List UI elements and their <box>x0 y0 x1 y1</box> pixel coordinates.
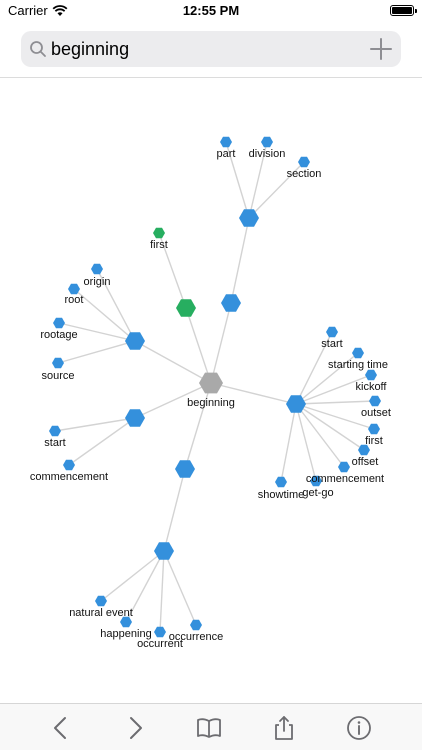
node-label[interactable]: part <box>217 148 236 160</box>
node-label[interactable]: offset <box>352 456 379 468</box>
node-label[interactable]: origin <box>84 276 111 288</box>
chevron-left-icon[interactable] <box>47 714 75 742</box>
leaf-node[interactable] <box>52 357 64 369</box>
node-label[interactable]: first <box>150 239 168 251</box>
graph-labels: beginning part division section first or… <box>30 148 391 650</box>
leaf-node[interactable] <box>190 619 202 631</box>
node-label[interactable]: occurrence <box>169 631 223 643</box>
node-label[interactable]: get-go <box>302 487 333 499</box>
node-label[interactable]: source <box>41 370 74 382</box>
leaf-node[interactable] <box>275 476 287 488</box>
leaf-node[interactable] <box>261 136 273 148</box>
node-label[interactable]: outset <box>361 407 391 419</box>
node-label[interactable]: showtime <box>258 489 304 501</box>
node-label[interactable]: kickoff <box>356 381 388 393</box>
leaf-node[interactable] <box>53 317 65 329</box>
node-label[interactable]: starting time <box>328 359 388 371</box>
share-icon[interactable] <box>270 714 298 742</box>
hub-node[interactable] <box>221 294 241 312</box>
node-label[interactable]: root <box>65 294 84 306</box>
clock: 12:55 PM <box>182 3 240 18</box>
node-label[interactable]: section <box>287 168 322 180</box>
leaf-node[interactable] <box>368 423 380 435</box>
hub-node-highlight[interactable] <box>176 299 196 317</box>
node-label[interactable]: rootage <box>40 329 77 341</box>
leaf-node[interactable] <box>154 626 166 638</box>
leaf-node[interactable] <box>369 395 381 407</box>
word-graph[interactable]: beginning part division section first or… <box>0 79 422 703</box>
hub-node[interactable] <box>175 460 195 478</box>
battery-icon <box>390 5 417 16</box>
status-bar: Carrier 12:55 PM <box>0 0 422 22</box>
search-field-container[interactable] <box>21 31 401 67</box>
node-label[interactable]: start <box>44 437 65 449</box>
hub-node[interactable] <box>239 209 259 227</box>
node-center[interactable] <box>199 372 223 394</box>
node-label[interactable]: first <box>365 435 383 447</box>
bottom-toolbar <box>0 703 422 750</box>
leaf-node[interactable] <box>49 425 61 437</box>
search-input[interactable] <box>51 31 351 67</box>
info-icon[interactable] <box>345 714 373 742</box>
chevron-right-icon[interactable] <box>121 714 149 742</box>
leaf-node[interactable] <box>91 263 103 275</box>
hub-node[interactable] <box>125 409 145 427</box>
search-bar <box>0 22 422 78</box>
node-label[interactable]: commencement <box>30 471 108 483</box>
node-label[interactable]: commencement <box>306 473 384 485</box>
node-label-center[interactable]: beginning <box>187 397 235 409</box>
graph-nodes[interactable] <box>49 136 381 638</box>
node-label[interactable]: division <box>249 148 286 160</box>
graph-canvas[interactable]: beginning part division section first or… <box>0 79 422 703</box>
leaf-node[interactable] <box>326 326 338 338</box>
leaf-node[interactable] <box>338 461 350 473</box>
node-label[interactable]: start <box>321 338 342 350</box>
leaf-node[interactable] <box>220 136 232 148</box>
leaf-node-highlight[interactable] <box>153 227 165 239</box>
book-icon[interactable] <box>195 714 223 742</box>
add-button[interactable] <box>369 37 393 61</box>
search-icon <box>30 41 46 57</box>
node-label[interactable]: natural event <box>69 607 133 619</box>
leaf-node[interactable] <box>365 369 377 381</box>
